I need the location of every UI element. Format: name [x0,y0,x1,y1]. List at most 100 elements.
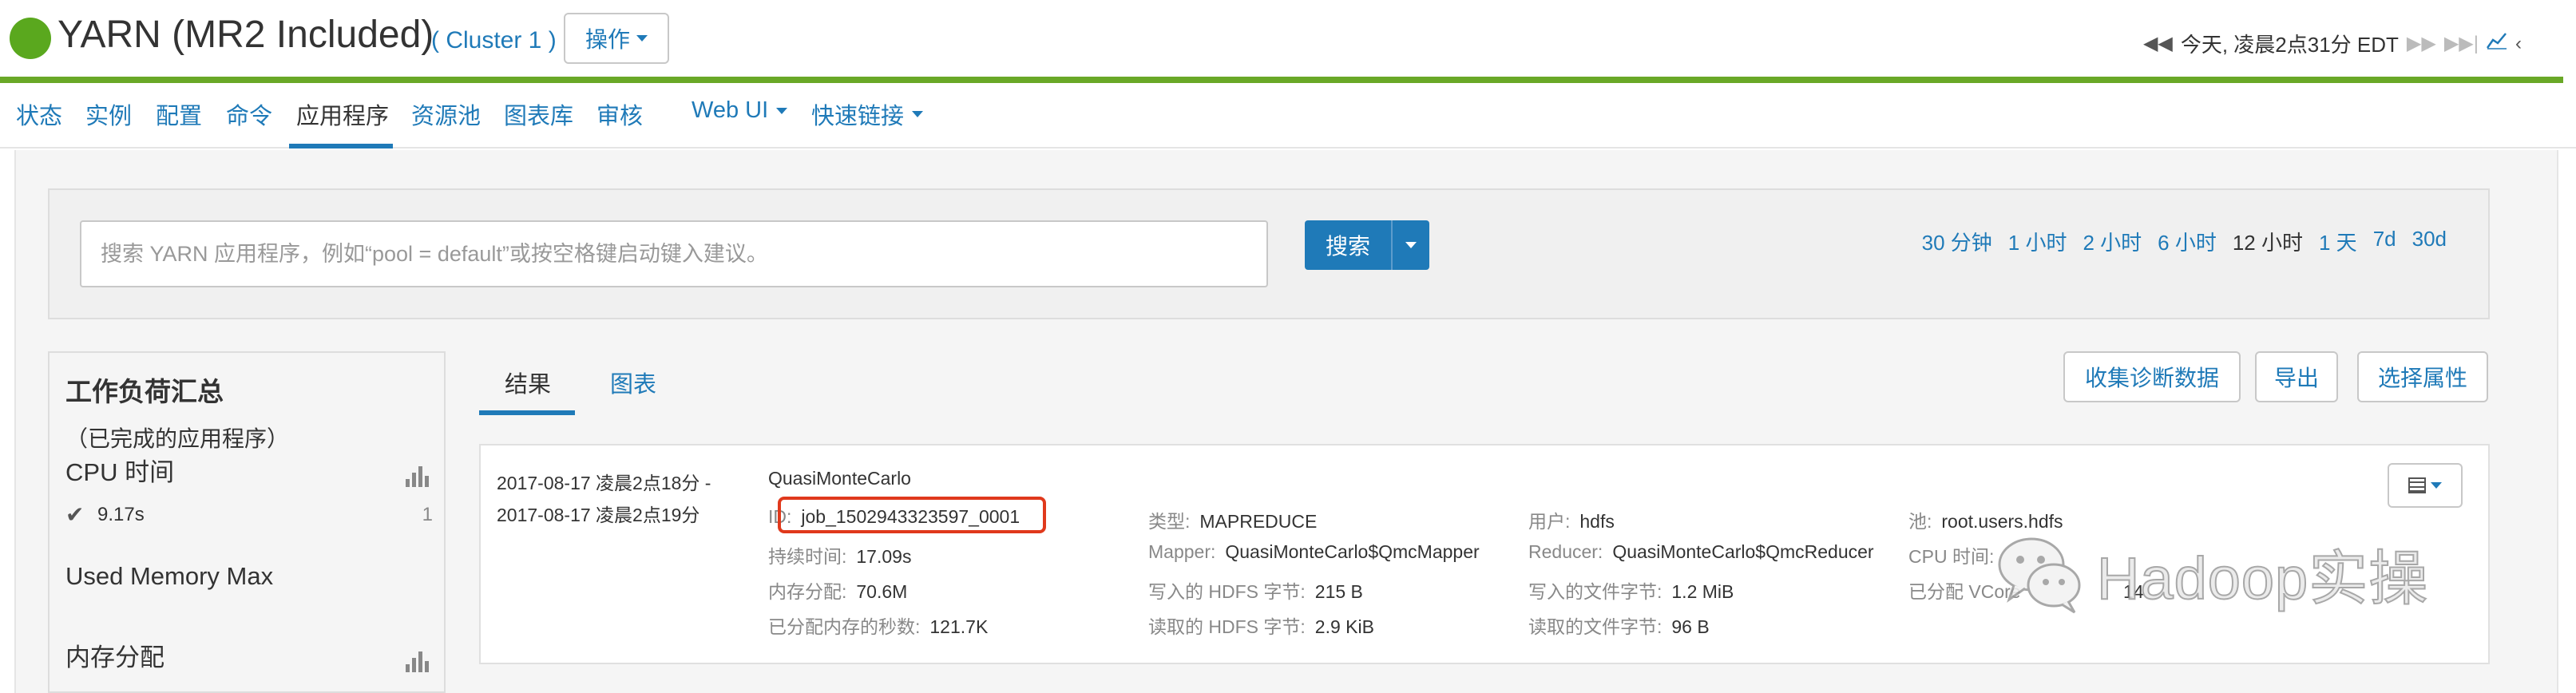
file-read-label: 读取的文件字节: [1528,616,1663,637]
service-nav: 状态 实例 配置 命令 应用程序 资源池 图表库 审核 Web UI 快速链接 [0,83,2576,148]
reducer-field: Reducer: QuasiMonteCarlo$QmcReducer [1528,541,1874,563]
memory-seconds-value: 121.7K [929,616,989,637]
range-1h[interactable]: 1 小时 [2008,227,2067,256]
chevron-down-icon [776,107,788,114]
export-button[interactable]: 导出 [2255,351,2338,402]
histogram-icon[interactable] [406,651,429,672]
type-value: MAPREDUCE [1199,511,1318,532]
pool-label: 池: [1908,511,1932,532]
file-read-value: 96 B [1671,616,1710,637]
type-label: 类型: [1148,511,1191,532]
reducer-label: Reducer: [1528,541,1603,562]
range-2h[interactable]: 2 小时 [2083,227,2142,256]
watermark: Hadoop实操 [1996,525,2428,621]
memory-alloc-label: 内存分配: [768,581,847,602]
range-7d[interactable]: 7d [2373,227,2396,256]
file-write-label: 写入的文件字节: [1528,581,1663,602]
hdfs-write-value: 215 B [1314,581,1363,602]
range-12h[interactable]: 12 小时 [2233,227,2303,256]
collapse-icon[interactable]: ‹ [2515,33,2522,55]
start-time: 2017-08-17 凌晨2点18分 - [497,473,711,493]
time-controls: ◀◀ 今天, 凌晨2点31分 EDT ▶▶ ▶▶| ‹ [2143,29,2522,58]
memory-allocation-label[interactable]: 内存分配 [65,637,164,673]
nav-item-config[interactable]: 配置 [156,97,202,131]
hdfs-write-field: 写入的 HDFS 字节: 215 B [1148,576,1363,604]
status-bar [0,77,2563,83]
chevron-down-icon [1405,242,1417,248]
mapper-value: QuasiMonteCarlo$QmcMapper [1225,541,1480,562]
jump-to-now-icon[interactable]: ▶▶| [2444,32,2479,55]
file-write-field: 写入的文件字节: 1.2 MiB [1528,576,1734,604]
actions-button-label: 操作 [585,27,630,52]
chevron-down-icon [2431,482,2442,489]
workload-summary-subtitle: （已完成的应用程序） [65,426,290,451]
service-title: YARN (MR2 Included) [57,14,434,56]
duration-field: 持续时间: 17.09s [768,541,911,568]
range-1d[interactable]: 1 天 [2319,227,2357,256]
wechat-logo-icon [1996,529,2084,617]
search-input[interactable]: 搜索 YARN 应用程序，例如“pool = default”或按空格键启动键入… [80,220,1268,287]
mapper-label: Mapper: [1148,541,1216,562]
nav-item-web-ui[interactable]: Web UI [692,97,788,124]
file-write-value: 1.2 MiB [1671,581,1734,602]
nav-item-audit[interactable]: 审核 [596,97,643,131]
reducer-value: QuasiMonteCarlo$QmcReducer [1612,541,1874,562]
workload-summary-title: 工作负荷汇总 [65,377,224,406]
current-time-label[interactable]: 今天, 凌晨2点31分 EDT [2181,29,2399,58]
highlight-annotation [778,497,1046,533]
hdfs-read-value: 2.9 KiB [1314,616,1374,637]
hdfs-read-field: 读取的 HDFS 字节: 2.9 KiB [1148,612,1374,639]
end-time: 2017-08-17 凌晨2点19分 [497,505,700,525]
nav-item-status[interactable]: 状态 [16,97,62,131]
cluster-link[interactable]: ( Cluster 1 ) [431,27,557,54]
actions-button[interactable]: 操作 [564,13,669,64]
cpu-time-facet[interactable]: ✔ 9.17s 1 [65,501,433,528]
search-button[interactable]: 搜索 [1305,220,1429,270]
used-memory-max-label[interactable]: Used Memory Max [65,562,273,591]
range-30m[interactable]: 30 分钟 [1922,227,1992,256]
nav-item-commands[interactable]: 命令 [226,97,272,131]
search-options-dropdown[interactable] [1393,242,1429,248]
cpu-time-count: 1 [422,503,433,525]
rewind-icon[interactable]: ◀◀ [2143,32,2173,55]
cpu-time-value: 9.17s [97,503,145,525]
memory-seconds-field: 已分配内存的秒数: 121.7K [768,612,988,639]
range-30d[interactable]: 30d [2412,227,2447,256]
histogram-icon[interactable] [406,466,429,487]
user-value: hdfs [1579,511,1615,532]
collect-diagnostics-button[interactable]: 收集诊断数据 [2063,351,2241,402]
hdfs-read-label: 读取的 HDFS 字节: [1148,616,1306,637]
tab-charts[interactable]: 图表 [610,366,656,399]
select-attributes-button[interactable]: 选择属性 [2357,351,2488,402]
nav-item-quick-links[interactable]: 快速链接 [811,97,924,131]
memory-alloc-value: 70.6M [856,581,908,602]
file-read-field: 读取的文件字节: 96 B [1528,612,1710,639]
nav-item-instances[interactable]: 实例 [85,97,132,131]
duration-value: 17.09s [856,546,912,567]
header: YARN (MR2 Included) ( Cluster 1 ) 操作 ◀◀ … [0,0,2576,78]
watermark-text: Hadoop实操 [2096,544,2429,612]
nav-item-chart-library[interactable]: 图表库 [504,97,573,131]
chevron-down-icon [912,111,924,117]
active-tab-indicator [289,144,393,148]
forward-icon[interactable]: ▶▶ [2407,32,2436,55]
range-6h[interactable]: 6 小时 [2158,227,2217,256]
mapper-field: Mapper: QuasiMonteCarlo$QmcMapper [1148,541,1480,563]
nav-item-applications[interactable]: 应用程序 [296,97,389,131]
application-name: QuasiMonteCarlo [768,468,911,489]
cpu-time-field: CPU 时间: [1908,541,1994,568]
nav-item-resource-pools[interactable]: 资源池 [411,97,481,131]
cpu-time-label[interactable]: CPU 时间 [65,452,174,488]
memory-alloc-field: 内存分配: 70.6M [768,576,907,604]
type-field: 类型: MAPREDUCE [1148,506,1317,533]
memory-seconds-label: 已分配内存的秒数: [768,616,921,637]
user-label: 用户: [1528,511,1571,532]
table-icon [2408,477,2426,493]
column-options-button[interactable] [2388,463,2463,508]
tab-results[interactable]: 结果 [505,366,551,399]
duration-label: 持续时间: [768,546,847,567]
chart-icon[interactable] [2486,32,2507,55]
quick-links-label: 快速链接 [811,104,905,129]
web-ui-label: Web UI [692,97,769,123]
chevron-down-icon [636,35,648,42]
